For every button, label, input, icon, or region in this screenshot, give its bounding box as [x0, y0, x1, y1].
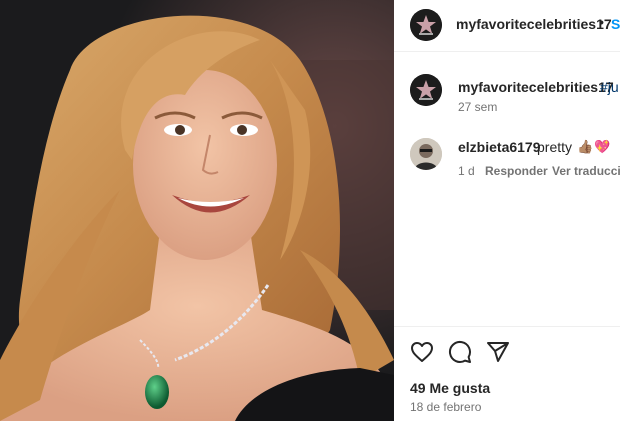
caption-hashtag[interactable]: #ju	[600, 79, 619, 95]
share-icon[interactable]	[486, 340, 510, 364]
heart-icon[interactable]	[410, 340, 434, 364]
star-logo-icon	[410, 9, 442, 41]
post-date[interactable]: 18 de febrero	[410, 400, 481, 414]
comment-reply-button[interactable]: Responder	[485, 164, 548, 178]
commenter-avatar[interactable]	[410, 138, 442, 170]
comment-translate-button[interactable]: Ver traducción	[552, 164, 620, 178]
comment-emoji: 👍🏽	[577, 139, 594, 154]
comment-time[interactable]: 1 d	[458, 164, 475, 178]
caption-time[interactable]: 27 sem	[458, 100, 497, 114]
follow-button[interactable]: Se	[611, 16, 620, 32]
comment-text: pretty	[537, 139, 573, 155]
star-logo-icon	[410, 74, 442, 106]
caption-username[interactable]: myfavoritecelebrities17	[458, 79, 614, 95]
user-photo-icon	[410, 138, 442, 170]
comment-icon[interactable]	[448, 340, 472, 364]
post-photo[interactable]	[0, 0, 394, 421]
comment-username[interactable]: elzbieta6179	[458, 139, 541, 155]
post-actions: 49 Me gusta 18 de febrero	[394, 326, 620, 421]
likes-count[interactable]: 49 Me gusta	[410, 380, 490, 396]
caption-avatar[interactable]	[410, 74, 442, 106]
header-separator: •	[599, 14, 604, 30]
comment-emoji: 💖	[594, 139, 611, 154]
post-details-panel: myfavoritecelebrities17 • Se myfavoritec…	[394, 0, 620, 421]
author-username[interactable]: myfavoritecelebrities17	[456, 16, 612, 32]
author-avatar[interactable]	[410, 9, 442, 41]
post-header: myfavoritecelebrities17 • Se	[394, 0, 620, 52]
